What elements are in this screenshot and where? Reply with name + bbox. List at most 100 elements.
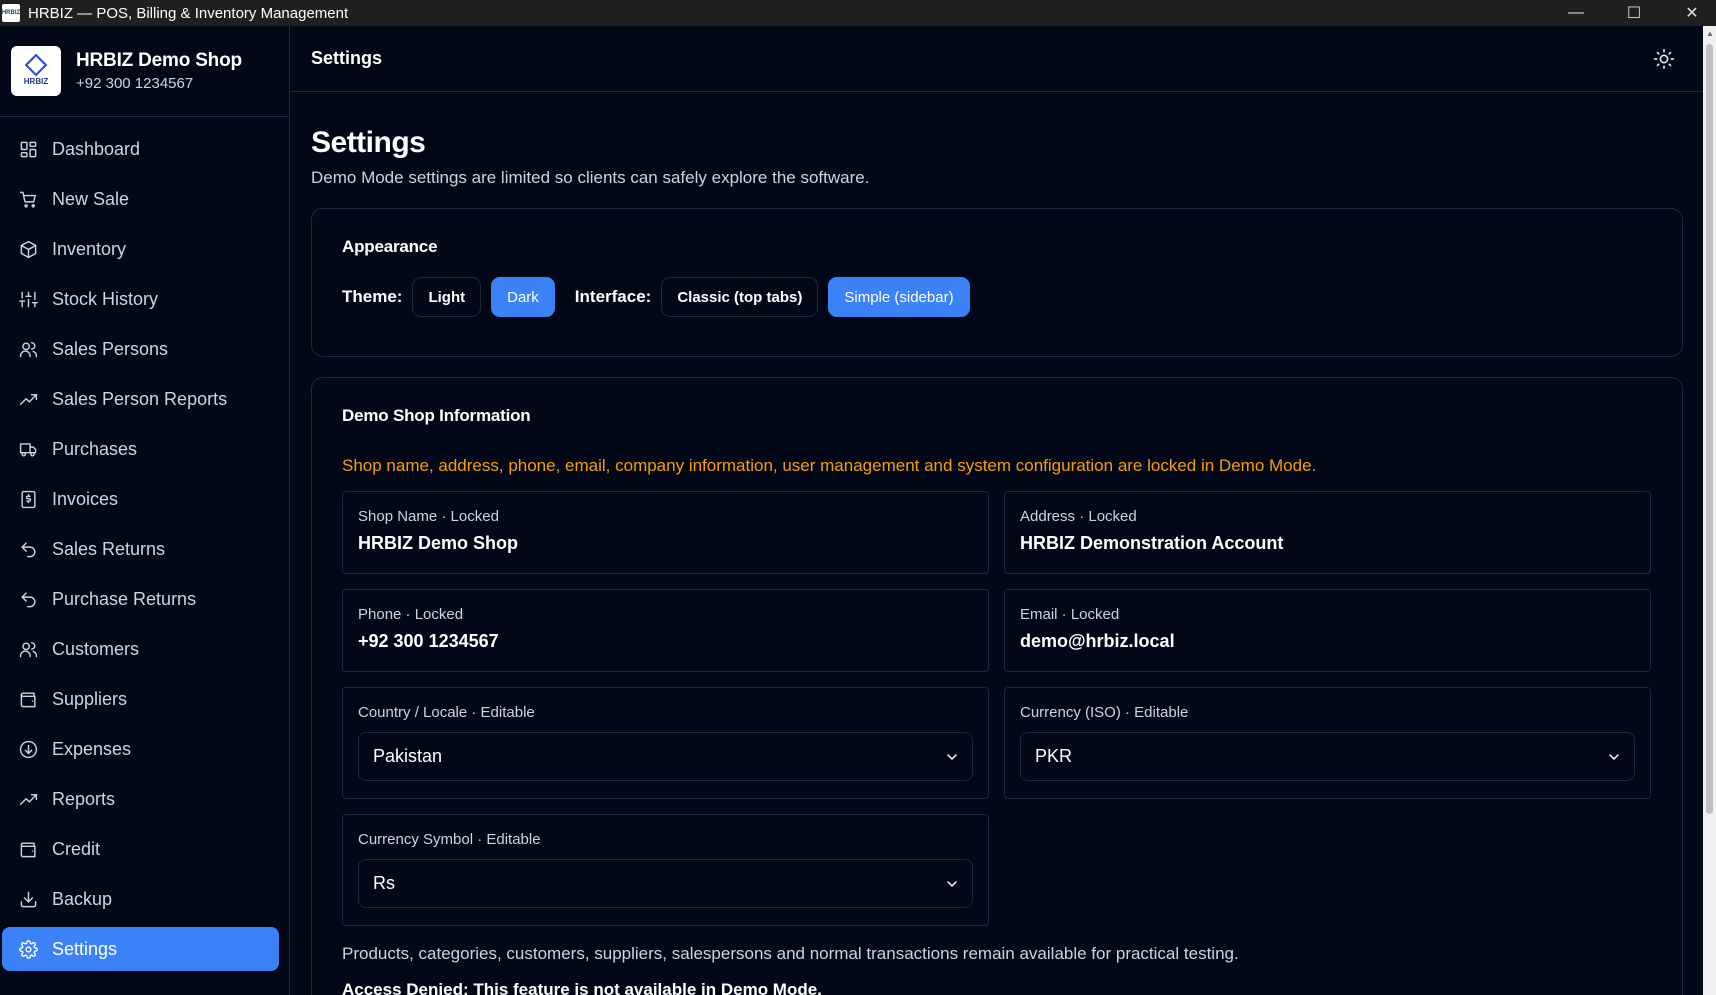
sidebar-item-label: Stock History [52, 288, 159, 309]
sidebar-item-label: Credit [52, 838, 101, 859]
field-value: +92 300 1234567 [358, 631, 499, 651]
field-label: Shop Name · Locked [358, 508, 499, 525]
field-label: Country / Locale · Editable [358, 704, 535, 721]
gear-icon [18, 939, 38, 959]
shop-info-heading: Demo Shop Information [342, 406, 531, 425]
page-title: Settings [311, 126, 426, 159]
currency-symbol-select[interactable]: Rs [358, 859, 973, 908]
shop-name: HRBIZ Demo Shop [76, 50, 242, 71]
sidebar-item-label: Settings [52, 938, 118, 959]
interface-simple-button[interactable]: Simple (sidebar) [828, 277, 970, 317]
brand-block: HRBIZ HRBIZ Demo Shop +92 300 1234567 [0, 26, 289, 117]
sidebar-item-expenses[interactable]: Expenses [2, 727, 279, 771]
sidebar-item-label: Sales Persons [52, 338, 169, 359]
field-value: demo@hrbiz.local [1020, 631, 1175, 651]
sidebar-item-backup[interactable]: Backup [2, 877, 279, 921]
page-subtitle: Demo Mode settings are limited so client… [311, 168, 870, 187]
sidebar-item-label: Suppliers [52, 688, 128, 709]
sidebar-item-label: Purchases [52, 438, 138, 459]
select-value: Pakistan [373, 746, 443, 766]
sun-icon[interactable] [1653, 48, 1675, 70]
sidebar-item-label: Sales Returns [52, 538, 166, 559]
package-icon [18, 239, 38, 259]
sidebar-item-dashboard[interactable]: Dashboard [2, 127, 279, 171]
select-value: PKR [1035, 746, 1073, 766]
currency-symbol-field: Currency Symbol · Editable Rs [342, 814, 989, 926]
app-icon: HRBIZ [2, 4, 20, 22]
receipt-icon [18, 489, 38, 509]
maximize-button[interactable]: ☐ [1605, 0, 1663, 26]
top-header: Settings [291, 26, 1703, 92]
sidebar-item-invoices[interactable]: Invoices [2, 477, 279, 521]
main-content: Settings Demo Mode settings are limited … [311, 92, 1683, 995]
scroll-up-arrow-icon[interactable]: ▲ [1706, 29, 1714, 38]
phone-field: Phone · Locked +92 300 1234567 [342, 589, 989, 672]
theme-light-button[interactable]: Light [412, 277, 482, 317]
sidebar-item-sales-person-reports[interactable]: Sales Person Reports [2, 377, 279, 421]
country-select[interactable]: Pakistan [358, 732, 973, 781]
window-title: HRBIZ — POS, Billing & Inventory Managem… [28, 4, 349, 22]
appearance-card: Appearance Theme: Light Dark Interface: … [311, 208, 1683, 357]
trending-up-icon [18, 389, 38, 409]
users-icon [18, 639, 38, 659]
sidebar-item-customers[interactable]: Customers [2, 627, 279, 671]
sidebar-item-sales-returns[interactable]: Sales Returns [2, 527, 279, 571]
cart-icon [18, 189, 38, 209]
field-label: Phone · Locked [358, 606, 464, 623]
field-label: Address · Locked [1020, 508, 1137, 525]
field-value: HRBIZ Demo Shop [358, 533, 518, 553]
undo-icon [18, 539, 38, 559]
sidebar-item-credit[interactable]: Credit [2, 827, 279, 871]
sidebar-item-label: Customers [52, 638, 140, 659]
users-icon [18, 339, 38, 359]
truck-icon [18, 439, 38, 459]
scrollbar[interactable]: ▲ [1703, 26, 1716, 995]
wallet-icon [18, 689, 38, 709]
sidebar-item-label: Reports [52, 788, 116, 809]
sidebar: HRBIZ HRBIZ Demo Shop +92 300 1234567 Da… [0, 26, 290, 995]
sidebar-nav: Dashboard New Sale Inventory Stock Histo… [0, 117, 289, 971]
demo-lock-warning: Shop name, address, phone, email, compan… [342, 456, 1317, 475]
sidebar-item-settings[interactable]: Settings [2, 927, 279, 971]
field-label: Currency (ISO) · Editable [1020, 704, 1189, 721]
download-icon [18, 889, 38, 909]
field-value: HRBIZ Demonstration Account [1020, 533, 1284, 553]
field-label: Email · Locked [1020, 606, 1120, 623]
undo-icon [18, 589, 38, 609]
address-field: Address · Locked HRBIZ Demonstration Acc… [1004, 491, 1651, 574]
sidebar-item-sales-persons[interactable]: Sales Persons [2, 327, 279, 371]
select-value: Rs [373, 873, 395, 893]
email-field: Email · Locked demo@hrbiz.local [1004, 589, 1651, 672]
wallet-icon [18, 839, 38, 859]
currency-select[interactable]: PKR [1020, 732, 1635, 781]
app-icon-text: HRBIZ [1, 10, 21, 16]
country-field: Country / Locale · Editable Pakistan [342, 687, 989, 799]
dashboard-icon [18, 139, 38, 159]
sidebar-item-purchases[interactable]: Purchases [2, 427, 279, 471]
scrollbar-thumb[interactable] [1706, 44, 1713, 814]
sidebar-item-suppliers[interactable]: Suppliers [2, 677, 279, 721]
logo-text: HRBIZ [23, 76, 49, 86]
field-label: Currency Symbol · Editable [358, 831, 541, 848]
close-icon: ✕ [1685, 5, 1699, 22]
sidebar-item-reports[interactable]: Reports [2, 777, 279, 821]
logo-mark-icon [24, 53, 48, 76]
window-titlebar: HRBIZ HRBIZ — POS, Billing & Inventory M… [0, 0, 1716, 26]
close-button[interactable]: ✕ [1663, 0, 1716, 26]
shop-name-field: Shop Name · Locked HRBIZ Demo Shop [342, 491, 989, 574]
sidebar-item-label: Dashboard [52, 138, 141, 159]
maximize-icon: ☐ [1626, 5, 1642, 22]
shop-info-card: Demo Shop Information Shop name, address… [311, 377, 1683, 995]
interface-classic-button[interactable]: Classic (top tabs) [661, 277, 819, 317]
sidebar-item-purchase-returns[interactable]: Purchase Returns [2, 577, 279, 621]
minimize-button[interactable]: — [1547, 0, 1605, 26]
sidebar-item-stock-history[interactable]: Stock History [2, 277, 279, 321]
interface-label: Interface: [574, 287, 652, 306]
sidebar-item-new-sale[interactable]: New Sale [2, 177, 279, 221]
sidebar-item-label: Invoices [52, 488, 119, 509]
sidebar-item-label: Expenses [52, 738, 132, 759]
sidebar-item-inventory[interactable]: Inventory [2, 227, 279, 271]
trending-up-icon [18, 789, 38, 809]
testing-note: Products, categories, customers, supplie… [342, 944, 1239, 963]
theme-dark-button[interactable]: Dark [491, 277, 555, 317]
